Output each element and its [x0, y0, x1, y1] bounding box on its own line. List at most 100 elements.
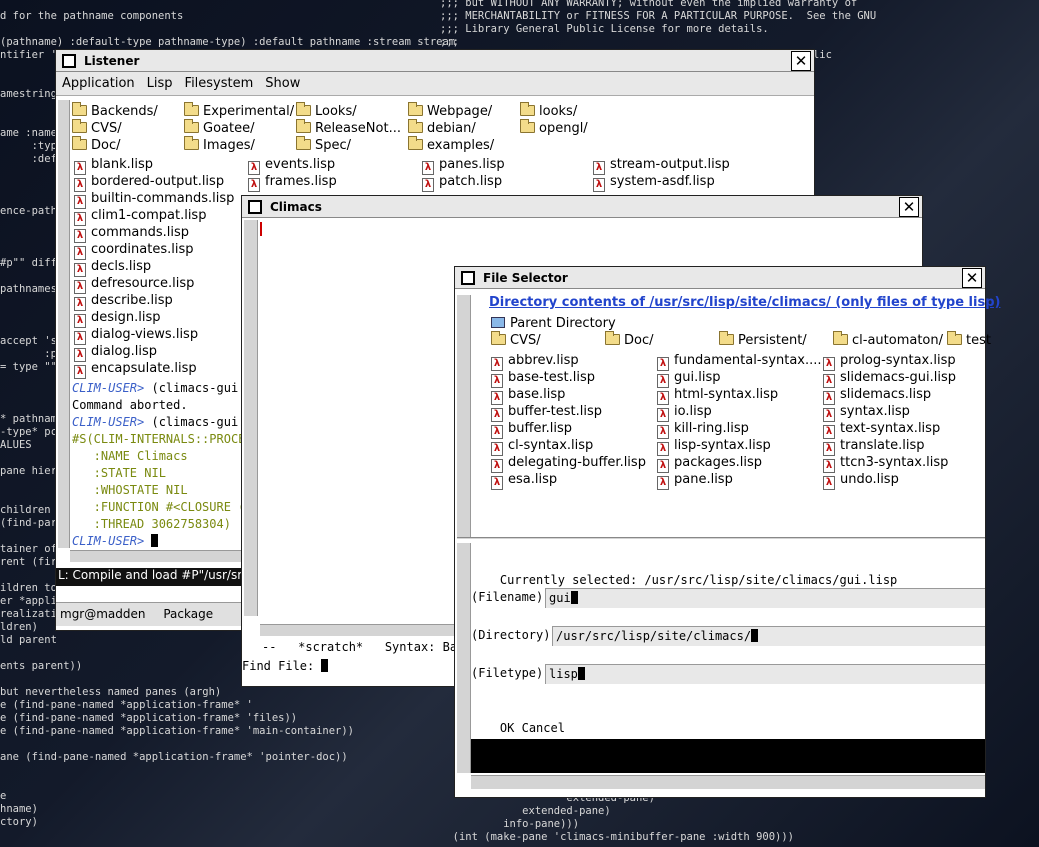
listener-file-item[interactable]: λ builtin-commands.lisp [74, 191, 234, 209]
fs-file-item[interactable]: λ base-test.lisp [491, 370, 595, 388]
fs-file-item[interactable]: λ gui.lisp [657, 370, 720, 388]
fs-file-item[interactable]: λ base.lisp [491, 387, 565, 405]
fs-file-item[interactable]: λ slidemacs-gui.lisp [823, 370, 956, 388]
file-selector-list-scrollbar[interactable] [457, 295, 471, 537]
listener-file-item[interactable]: λ frames.lisp [248, 174, 337, 192]
fs-file-item[interactable]: λ packages.lisp [657, 455, 762, 473]
directory-heading: Directory contents of /usr/src/lisp/site… [489, 295, 1001, 310]
listener-file-item[interactable]: λ panes.lisp [422, 157, 505, 175]
window-menu-icon[interactable] [62, 53, 76, 68]
file-selector-vertical-scrollbar[interactable] [457, 543, 471, 773]
fs-file-item[interactable]: λ buffer-test.lisp [491, 404, 602, 422]
filetype-field[interactable]: lisp [545, 664, 985, 684]
directory-field[interactable]: /usr/src/lisp/site/climacs/ [552, 626, 985, 646]
fs-file-item[interactable]: λ buffer.lisp [491, 421, 572, 439]
listener-folder-item[interactable]: Experimental/ [184, 102, 294, 119]
fs-file-item[interactable]: λ ttcn3-syntax.lisp [823, 455, 948, 473]
lisp-file-icon: λ [491, 442, 503, 456]
listener-close-button[interactable]: ✕ [791, 50, 811, 71]
listener-file-item[interactable]: λ dialog-views.lisp [74, 327, 198, 345]
listener-file-item[interactable]: λ events.lisp [248, 157, 335, 175]
menu-show[interactable]: Show [265, 76, 300, 91]
listener-file-item[interactable]: λ decls.lisp [74, 259, 151, 277]
listener-folder-item[interactable]: debian/ [408, 119, 476, 136]
listener-file-item[interactable]: λ dialog.lisp [74, 344, 157, 362]
listener-file-item[interactable]: λ coordinates.lisp [74, 242, 194, 260]
fs-file-item[interactable]: λ translate.lisp [823, 438, 924, 456]
listener-file-item[interactable]: λ clim1-compat.lisp [74, 208, 206, 226]
folder-icon [408, 119, 423, 133]
fs-file-item[interactable]: λ fundamental-syntax.... [657, 353, 822, 371]
listener-folder-item[interactable]: looks/ [520, 102, 577, 119]
window-menu-icon[interactable] [461, 270, 475, 285]
file-selector-list-hscroll[interactable] [457, 537, 985, 539]
parent-directory-link[interactable]: Parent Directory [491, 316, 616, 331]
fs-file-item[interactable]: λ abbrev.lisp [491, 353, 579, 371]
listener-folder-item[interactable]: opengl/ [520, 119, 588, 136]
listener-folder-item[interactable]: Doc/ [72, 136, 121, 153]
fs-folder-item[interactable]: CVS/ [491, 331, 541, 348]
fs-file-item[interactable]: λ syntax.lisp [823, 404, 910, 422]
listener-folder-item[interactable]: Spec/ [296, 136, 352, 153]
fs-file-item[interactable]: λ html-syntax.lisp [657, 387, 778, 405]
listener-vertical-scrollbar[interactable] [58, 100, 70, 548]
listener-file-item[interactable]: λ commands.lisp [74, 225, 189, 243]
listener-file-item[interactable]: λ bordered-output.lisp [74, 174, 224, 192]
listener-folder-item[interactable]: Images/ [184, 136, 255, 153]
menu-filesystem[interactable]: Filesystem [185, 76, 254, 91]
listener-folder-item[interactable]: CVS/ [72, 119, 122, 136]
file-selector-horizontal-scrollbar[interactable] [471, 775, 985, 789]
climacs-minibuffer[interactable]: Find File: [242, 658, 329, 675]
item-label: Spec/ [315, 138, 352, 153]
fs-file-item[interactable]: λ kill-ring.lisp [657, 421, 749, 439]
climacs-close-button[interactable]: ✕ [899, 196, 919, 217]
listener-file-item[interactable]: λ encapsulate.lisp [74, 361, 197, 379]
lisp-file-icon: λ [422, 161, 434, 175]
fs-file-item[interactable]: λ text-syntax.lisp [823, 421, 940, 439]
listener-titlebar[interactable]: Listener ✕ [56, 50, 814, 72]
window-menu-icon[interactable] [248, 199, 262, 214]
listener-file-item[interactable]: λ describe.lisp [74, 293, 173, 311]
lisp-file-icon: λ [422, 178, 434, 192]
repl-line: CLIM-USER> [72, 533, 159, 550]
folder-icon [184, 119, 199, 133]
fs-file-item[interactable]: λ pane.lisp [657, 472, 733, 490]
fs-file-item[interactable]: λ undo.lisp [823, 472, 899, 490]
listener-folder-item[interactable]: Backends/ [72, 102, 158, 119]
listener-file-item[interactable]: λ stream-output.lisp [593, 157, 730, 175]
fs-file-item[interactable]: λ lisp-syntax.lisp [657, 438, 771, 456]
listener-folder-item[interactable]: ReleaseNot... [296, 119, 401, 136]
listener-file-item[interactable]: λ design.lisp [74, 310, 161, 328]
file-selector-titlebar[interactable]: File Selector ✕ [455, 267, 985, 289]
fs-folder-item[interactable]: cl-automaton/ [833, 331, 943, 348]
menu-lisp[interactable]: Lisp [147, 76, 173, 91]
listener-file-item[interactable]: λ patch.lisp [422, 174, 502, 192]
climacs-titlebar[interactable]: Climacs ✕ [242, 196, 922, 218]
fs-folder-item[interactable]: Persistent/ [719, 331, 807, 348]
item-label: Goatee/ [203, 121, 255, 136]
fs-file-item[interactable]: λ esa.lisp [491, 472, 557, 490]
fs-folder-item[interactable]: test [947, 331, 991, 348]
file-selector-close-button[interactable]: ✕ [962, 267, 982, 288]
listener-folder-item[interactable]: Goatee/ [184, 119, 255, 136]
fs-file-item[interactable]: λ prolog-syntax.lisp [823, 353, 956, 371]
listener-file-item[interactable]: λ defresource.lisp [74, 276, 194, 294]
cancel-button[interactable]: Cancel [522, 721, 565, 735]
fs-file-item[interactable]: λ io.lisp [657, 404, 712, 422]
listener-file-item[interactable]: λ blank.lisp [74, 157, 153, 175]
listener-horizontal-scrollbar[interactable] [70, 550, 245, 562]
lisp-file-icon: λ [657, 476, 669, 490]
listener-folder-item[interactable]: Looks/ [296, 102, 357, 119]
fs-file-item[interactable]: λ delegating-buffer.lisp [491, 455, 646, 473]
listener-file-item[interactable]: λ system-asdf.lisp [593, 174, 715, 192]
listener-folder-item[interactable]: examples/ [408, 136, 494, 153]
fs-file-item[interactable]: λ slidemacs.lisp [823, 387, 931, 405]
climacs-horizontal-scrollbar[interactable] [260, 624, 480, 636]
listener-folder-item[interactable]: Webpage/ [408, 102, 492, 119]
ok-button[interactable]: OK [500, 721, 514, 735]
filename-field[interactable]: gui [545, 588, 985, 608]
climacs-vertical-scrollbar[interactable] [244, 220, 258, 616]
menu-application[interactable]: Application [62, 76, 135, 91]
fs-file-item[interactable]: λ cl-syntax.lisp [491, 438, 593, 456]
fs-folder-item[interactable]: Doc/ [605, 331, 654, 348]
